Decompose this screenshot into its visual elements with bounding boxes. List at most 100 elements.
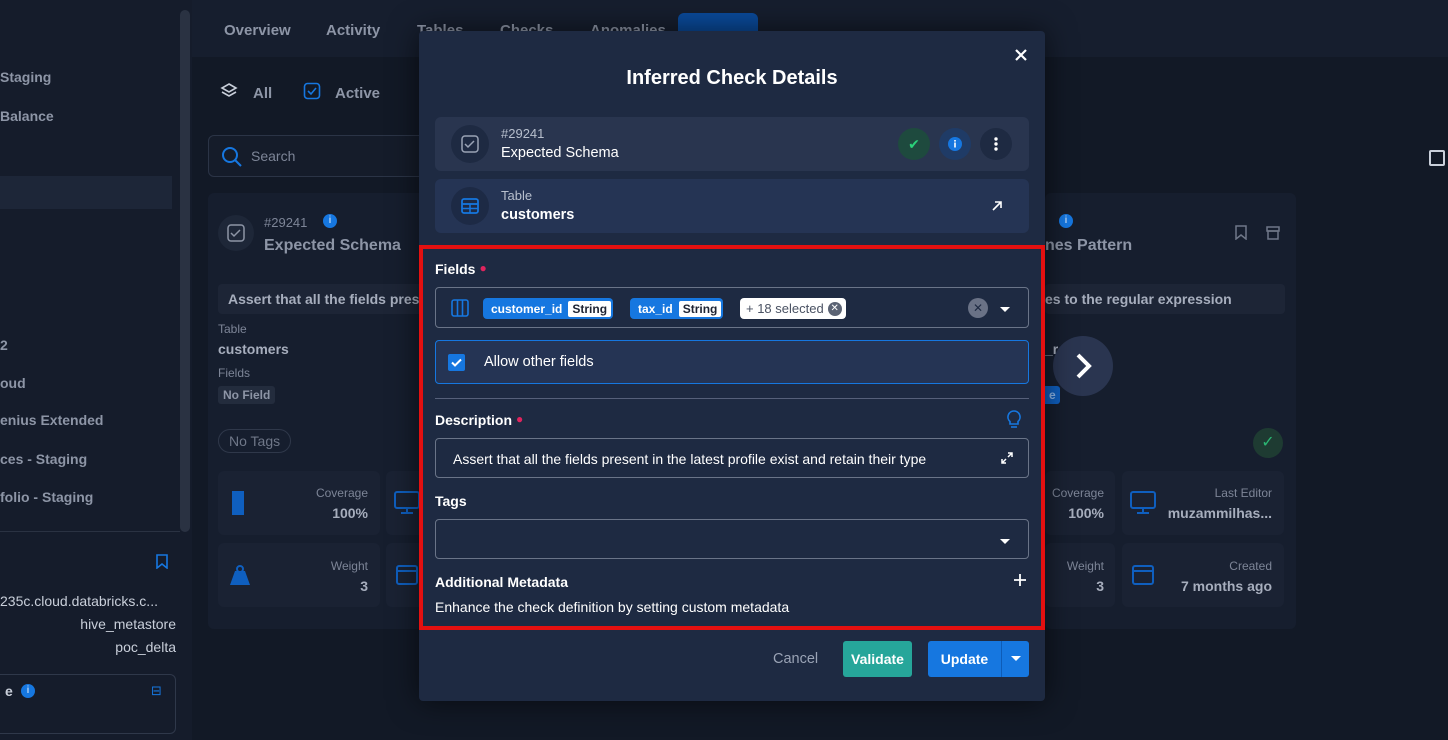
divider bbox=[435, 398, 1029, 399]
field-chip[interactable]: customer_id String bbox=[483, 298, 614, 319]
weight-tile: Weight 3 bbox=[218, 543, 380, 607]
kebab-menu-icon bbox=[994, 137, 998, 151]
fields-label: Fields bbox=[218, 366, 251, 380]
info-icon: i bbox=[1059, 214, 1073, 228]
close-button[interactable] bbox=[1009, 43, 1033, 67]
coverage-tile: Coverage 100% bbox=[218, 471, 380, 535]
checkbox-icon bbox=[303, 82, 321, 105]
checkbox-checked-icon[interactable] bbox=[448, 354, 465, 371]
info-button[interactable] bbox=[939, 128, 971, 160]
table-label: Table bbox=[218, 322, 247, 336]
bookmark-icon[interactable] bbox=[156, 554, 170, 570]
check-card-left[interactable]: #29241 i Expected Schema Assert that all… bbox=[208, 193, 438, 629]
lightbulb-icon[interactable] bbox=[1006, 410, 1022, 435]
sidebar-item[interactable]: 2 bbox=[0, 337, 8, 353]
fields-select[interactable]: customer_id String tax_id String + 18 sele… bbox=[435, 287, 1029, 328]
fields-label: Fields ● bbox=[435, 261, 487, 277]
archive-icon[interactable] bbox=[1266, 226, 1280, 245]
check-description: es to the regular expression bbox=[1045, 284, 1285, 314]
monitor-icon bbox=[394, 491, 420, 514]
tab-activity[interactable]: Activity bbox=[326, 22, 380, 39]
tags-select[interactable] bbox=[435, 519, 1029, 559]
modal-title: Inferred Check Details bbox=[626, 67, 838, 89]
weight-tile: Weight 3 bbox=[1045, 543, 1115, 607]
monitor-icon bbox=[1130, 491, 1156, 514]
update-options-button[interactable] bbox=[1001, 641, 1029, 677]
chevron-down-icon[interactable] bbox=[998, 534, 1012, 552]
info-icon: i bbox=[21, 684, 35, 698]
clear-icon[interactable]: ✕ bbox=[968, 298, 988, 318]
check-title: nes Pattern bbox=[1045, 237, 1133, 254]
sidebar: Staging Balance 2 oud enius Extended ces… bbox=[0, 0, 192, 740]
sidebar-panel: e i ⊟ bbox=[0, 674, 176, 734]
weight-icon bbox=[230, 565, 250, 585]
search-input[interactable]: Search bbox=[208, 135, 428, 177]
table-icon bbox=[451, 187, 489, 225]
expand-icon[interactable] bbox=[1000, 451, 1014, 470]
more-selected-chip[interactable]: + 18 selected ✕ bbox=[740, 298, 846, 319]
columns-icon bbox=[451, 299, 469, 322]
info-icon bbox=[948, 137, 962, 151]
editor-tile: Last Editor muzammilhas... bbox=[1122, 471, 1284, 535]
info-icon: i bbox=[323, 214, 337, 228]
sidebar-scrollbar[interactable] bbox=[180, 10, 190, 532]
sidebar-item[interactable]: Balance bbox=[0, 108, 54, 124]
tab-overview[interactable]: Overview bbox=[224, 22, 291, 39]
select-all-checkbox[interactable] bbox=[1429, 150, 1445, 166]
bar-icon bbox=[232, 491, 244, 515]
inferred-check-modal: Inferred Check Details #29241 Expected S… bbox=[419, 31, 1045, 701]
sidebar-item[interactable]: Staging bbox=[0, 69, 51, 85]
allow-other-fields-label: Allow other fields bbox=[484, 354, 594, 370]
sidebar-item[interactable]: folio - Staging bbox=[0, 489, 93, 505]
remove-icon: ✕ bbox=[827, 301, 842, 316]
check-icon bbox=[451, 125, 489, 163]
table-value: customers bbox=[218, 341, 289, 357]
coverage-tile: Coverage 100% bbox=[1045, 471, 1115, 535]
search-icon bbox=[221, 146, 243, 173]
tags-label: Tags bbox=[435, 493, 467, 509]
sidebar-item[interactable]: ces - Staging bbox=[0, 451, 87, 467]
next-arrow-button[interactable] bbox=[1053, 336, 1113, 396]
table-name: customers bbox=[501, 207, 575, 223]
search-placeholder: Search bbox=[251, 148, 296, 164]
sidebar-selected-item[interactable] bbox=[0, 176, 172, 209]
more-options-button[interactable] bbox=[980, 128, 1012, 160]
check-description: Assert that all the fields pres bbox=[218, 284, 438, 314]
field-chip[interactable]: tax_id String bbox=[630, 298, 724, 319]
check-title: Expected Schema bbox=[264, 237, 401, 254]
sidebar-divider bbox=[0, 531, 180, 532]
created-tile: Created 7 months ago bbox=[1122, 543, 1284, 607]
plus-icon bbox=[1014, 574, 1026, 586]
add-metadata-button[interactable] bbox=[1013, 573, 1027, 589]
filter-all[interactable]: All bbox=[253, 85, 272, 102]
open-external-icon[interactable] bbox=[989, 198, 1005, 219]
chevron-down-icon[interactable] bbox=[998, 302, 1012, 320]
sidebar-item[interactable]: oud bbox=[0, 375, 26, 391]
valid-status-icon: ✔ bbox=[898, 128, 930, 160]
sidebar-schema: poc_delta bbox=[115, 639, 176, 655]
bookmark-icon[interactable] bbox=[1235, 225, 1247, 245]
allow-other-fields-checkbox[interactable]: Allow other fields bbox=[435, 340, 1029, 384]
check-icon bbox=[218, 215, 254, 251]
chevron-down-icon bbox=[1010, 656, 1021, 661]
close-icon bbox=[1015, 49, 1027, 61]
metadata-label: Additional Metadata bbox=[435, 574, 569, 590]
update-button[interactable]: Update bbox=[928, 641, 1001, 677]
check-summary-row: #29241 Expected Schema ✔ bbox=[435, 117, 1029, 171]
edit-icon[interactable]: ⊟ bbox=[151, 683, 162, 699]
metadata-hint: Enhance the check definition by setting … bbox=[435, 599, 790, 615]
sidebar-item[interactable]: enius Extended bbox=[0, 412, 103, 428]
validate-button[interactable]: Validate bbox=[843, 641, 912, 677]
description-input[interactable]: Assert that all the fields present in th… bbox=[435, 438, 1029, 478]
calendar-icon bbox=[1132, 565, 1154, 585]
chevron-right-icon bbox=[1076, 353, 1092, 379]
calendar-icon bbox=[396, 565, 418, 585]
cancel-button[interactable]: Cancel bbox=[773, 651, 818, 667]
tags-badge: No Tags bbox=[218, 429, 292, 453]
sidebar-catalog: hive_metastore bbox=[80, 616, 176, 632]
check-card-right[interactable]: i nes Pattern es to the regular expressi… bbox=[1045, 193, 1296, 629]
table-row[interactable]: Table customers bbox=[435, 179, 1029, 233]
filter-active[interactable]: Active bbox=[335, 85, 380, 102]
check-id: #29241 bbox=[501, 126, 545, 141]
table-label: Table bbox=[501, 188, 533, 203]
